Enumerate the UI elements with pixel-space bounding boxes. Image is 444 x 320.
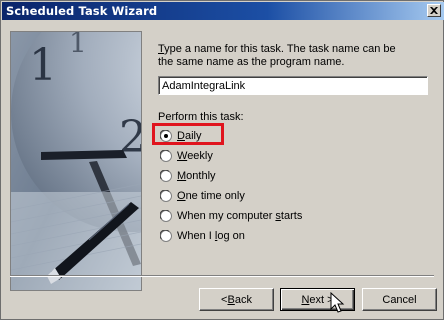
intro-line-2: the same name as the program name.	[158, 56, 345, 68]
radio-unselected-icon	[160, 210, 172, 222]
radio-unselected-icon	[160, 230, 172, 242]
close-icon	[430, 7, 438, 14]
radio-label-computer-starts: When my computer starts	[177, 210, 303, 222]
intro-text: Type a name for this task. The task name…	[158, 43, 428, 69]
task-name-input[interactable]	[158, 76, 428, 95]
cancel-button[interactable]: Cancel	[362, 288, 437, 311]
radio-unselected-icon	[160, 150, 172, 162]
button-separator	[10, 275, 434, 277]
radio-computer-starts[interactable]: When my computer starts	[160, 208, 302, 224]
window-title: Scheduled Task Wizard	[6, 4, 158, 18]
radio-label-one-time: One time only	[177, 190, 245, 202]
radio-label-monthly: Monthly	[177, 170, 216, 182]
perform-label: Perform this task:	[158, 111, 244, 123]
svg-text:1: 1	[29, 40, 57, 91]
close-button[interactable]	[427, 4, 441, 17]
mouse-cursor-icon	[330, 292, 345, 313]
radio-one-time[interactable]: One time only	[160, 188, 245, 204]
radio-label-log-on: When I log on	[177, 230, 245, 242]
title-bar[interactable]: Scheduled Task Wizard	[2, 2, 444, 20]
radio-label-weekly: Weekly	[177, 150, 213, 162]
radio-monthly[interactable]: Monthly	[160, 168, 216, 184]
back-button[interactable]: < Back	[199, 288, 274, 311]
intro-line-1: ype a name for this task. The task name …	[164, 43, 396, 55]
radio-unselected-icon	[160, 170, 172, 182]
radio-weekly[interactable]: Weekly	[160, 148, 213, 164]
highlight-box-daily	[152, 123, 224, 145]
radio-unselected-icon	[160, 190, 172, 202]
svg-text:1: 1	[69, 32, 87, 59]
wizard-illustration: 1 2 1	[10, 31, 142, 291]
clock-pen-image: 1 2 1	[11, 32, 141, 290]
radio-log-on[interactable]: When I log on	[160, 228, 245, 244]
